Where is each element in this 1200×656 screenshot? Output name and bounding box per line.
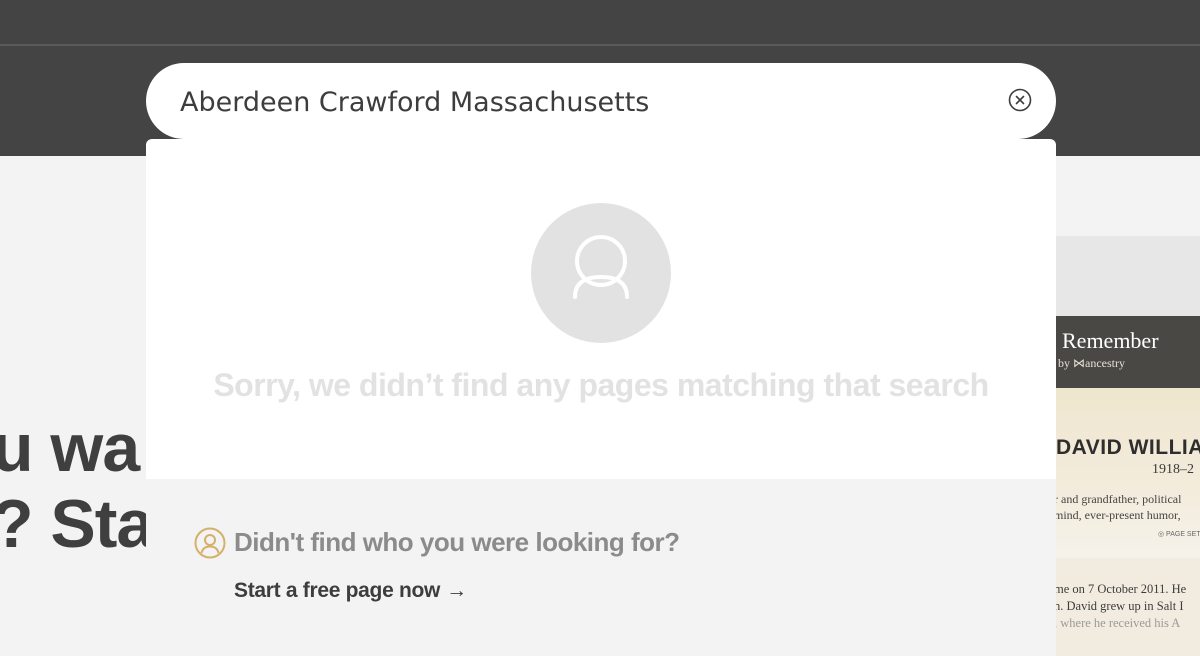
person-icon [531, 203, 671, 343]
clear-search-icon[interactable] [1008, 88, 1032, 112]
search-results-dropdown: Sorry, we didn’t find any pages matching… [146, 139, 1056, 656]
card-page-settings: ◎ PAGE SETT [1158, 531, 1200, 538]
card-bio-line: mind, ever-present humor, [1054, 508, 1181, 522]
card-story-line: n. David grew up in Salt I [1054, 599, 1184, 613]
card-person-name: DAVID WILLIA [1056, 436, 1200, 459]
memorial-preview-panel: Remember by ⋈ancestry DAVID WILLIA 1918–… [1040, 236, 1200, 656]
no-results-message: Sorry, we didn’t find any pages matching… [213, 367, 989, 403]
hero-heading: u wa ? Sta [0, 410, 154, 562]
card-brand-logo: Remember [1062, 328, 1159, 353]
card-story-line: , where he received his A [1054, 616, 1181, 630]
search-input[interactable] [180, 83, 1000, 121]
card-bio-line: r and grandfather, political [1054, 492, 1182, 506]
card-header: Remember by ⋈ancestry [1040, 316, 1200, 388]
not-found-footer: Didn't find who you were looking for? St… [146, 479, 1056, 656]
card-years: 1918–2 [1152, 462, 1194, 477]
memorial-preview-card: Remember by ⋈ancestry DAVID WILLIA 1918–… [1040, 316, 1200, 656]
search-bar [146, 63, 1056, 139]
start-free-page-label: Start a free page now [234, 579, 441, 602]
arrow-right-icon: → [446, 579, 467, 602]
header-divider [0, 44, 1200, 46]
card-story-line: me on 7 October 2011. He [1054, 582, 1187, 596]
person-circle-icon [194, 527, 226, 559]
start-free-page-link[interactable]: Start a free page now → [234, 579, 467, 603]
hero-line-1: u wa [0, 410, 140, 486]
card-brand-sub: by ⋈ancestry [1058, 356, 1125, 370]
hero-line-2: ? Sta [0, 486, 154, 562]
not-found-title: Didn't find who you were looking for? [234, 527, 680, 557]
